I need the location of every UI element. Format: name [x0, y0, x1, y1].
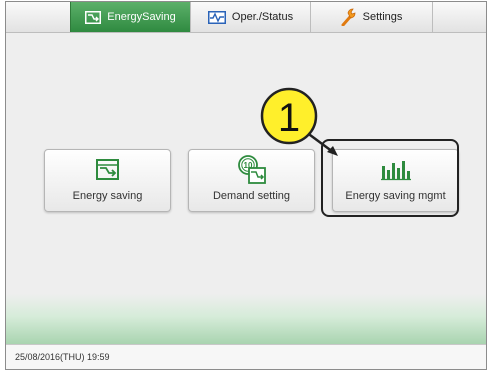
- tab-oper-status-label: Oper./Status: [231, 11, 294, 23]
- decorative-band: [6, 294, 486, 344]
- tab-energy-saving[interactable]: EnergySaving: [70, 2, 190, 32]
- demand-setting-icon: 10: [237, 155, 267, 184]
- energy-saving-icon: [85, 10, 102, 24]
- tab-bar: EnergySaving Oper./Status Settings: [6, 2, 486, 33]
- tab-divider: [432, 2, 433, 32]
- datetime-label: 25/08/2016(THU) 19:59: [15, 352, 110, 362]
- energy-saving-button-label: Energy saving: [72, 190, 143, 202]
- tab-settings[interactable]: Settings: [310, 2, 432, 32]
- tab-oper-status[interactable]: Oper./Status: [190, 2, 310, 32]
- demand-setting-button[interactable]: 10 Demand setting: [188, 149, 315, 212]
- highlight-frame: [321, 139, 459, 217]
- wrench-icon: [341, 8, 357, 26]
- status-bar: 25/08/2016(THU) 19:59: [6, 344, 486, 369]
- energy-saving-icon: [95, 156, 120, 184]
- tab-settings-label: Settings: [362, 11, 403, 23]
- demand-setting-button-label: Demand setting: [212, 190, 291, 202]
- tab-energy-saving-label: EnergySaving: [107, 11, 176, 23]
- energy-saving-button[interactable]: Energy saving: [44, 149, 171, 212]
- waveform-icon: [207, 10, 226, 24]
